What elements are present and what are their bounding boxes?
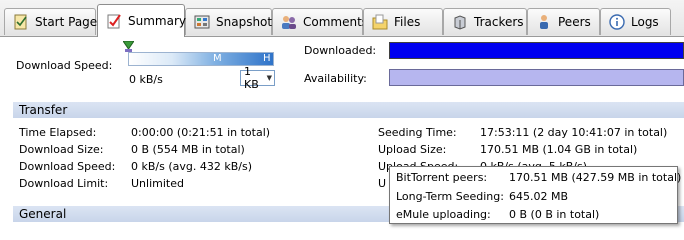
tab-trackers[interactable]: Trackers bbox=[443, 8, 527, 35]
bittorrent-peers-value: 170.51 MB (427.59 MB in total) bbox=[509, 171, 682, 184]
transfer-section-header: Transfer bbox=[13, 102, 684, 118]
peers-icon bbox=[536, 14, 552, 30]
download-size-value: 0 B (554 MB in total) bbox=[131, 143, 245, 156]
tab-start-page[interactable]: Start Page bbox=[4, 8, 98, 35]
upload-breakdown-tooltip: BitTorrent peers: 170.51 MB (427.59 MB i… bbox=[389, 166, 682, 224]
tab-label: Summary bbox=[128, 14, 186, 28]
trackers-server-icon bbox=[452, 14, 468, 30]
tab-peers[interactable]: Peers bbox=[527, 8, 600, 35]
tab-summary[interactable]: Summary bbox=[97, 4, 186, 37]
emule-uploading-label: eMule uploading: bbox=[396, 208, 491, 221]
files-folder-icon bbox=[372, 14, 388, 30]
download-speed-label: Download Speed: bbox=[16, 59, 113, 72]
tab-comments[interactable]: Comments bbox=[272, 8, 368, 35]
tab-snapshots[interactable]: Snapshots bbox=[185, 8, 278, 35]
downloaded-progress-bar bbox=[389, 42, 684, 59]
downloaded-label: Downloaded: bbox=[304, 44, 377, 57]
tab-label: Logs bbox=[631, 15, 659, 29]
speed-limit-select[interactable]: 1 KB ▼ bbox=[240, 65, 275, 91]
download-size-label: Download Size: bbox=[19, 143, 104, 156]
download-limit-value: Unlimited bbox=[131, 177, 184, 190]
tab-label: Start Page bbox=[35, 15, 98, 29]
tab-label: Files bbox=[394, 15, 421, 29]
tab-files[interactable]: Files bbox=[363, 8, 443, 35]
tab-label: Snapshots bbox=[216, 15, 279, 29]
logs-info-icon bbox=[609, 14, 625, 30]
long-term-seeding-label: Long-Term Seeding: bbox=[396, 190, 504, 203]
upload-limit-label: U bbox=[378, 177, 387, 190]
time-elapsed-label: Time Elapsed: bbox=[19, 126, 97, 139]
transfer-header-label: Transfer bbox=[19, 103, 68, 117]
download-limit-label: Download Limit: bbox=[19, 177, 109, 190]
download-speed-stat-label: Download Speed: bbox=[19, 160, 116, 173]
general-header-label: General bbox=[19, 207, 67, 221]
tab-bar: Start Page Summary Snapshots Comments Fi… bbox=[0, 0, 684, 37]
comments-people-icon bbox=[281, 14, 297, 30]
time-elapsed-value: 0:00:00 (0:21:51 in total) bbox=[131, 126, 271, 139]
download-speed-stat-value: 0 kB/s (avg. 432 kB/s) bbox=[131, 160, 252, 173]
upload-size-value: 170.51 MB (1.04 GB in total) bbox=[480, 143, 638, 156]
seeding-time-label: Seeding Time: bbox=[378, 126, 457, 139]
upload-size-label: Upload Size: bbox=[378, 143, 447, 156]
download-speed-value: 0 kB/s bbox=[129, 73, 163, 86]
snapshots-grid-icon bbox=[194, 14, 210, 30]
availability-label: Availability: bbox=[304, 72, 367, 85]
speed-limit-slider[interactable]: M H bbox=[128, 52, 274, 66]
bittorrent-peers-label: BitTorrent peers: bbox=[396, 171, 488, 184]
speed-marker-medium: M bbox=[213, 53, 222, 64]
seeding-time-value: 17:53:11 (2 day 10:41:07 in total) bbox=[480, 126, 668, 139]
long-term-seeding-value: 645.02 MB bbox=[509, 190, 569, 203]
tab-label: Trackers bbox=[474, 15, 524, 29]
tab-logs[interactable]: Logs bbox=[600, 8, 671, 35]
speed-marker-high: H bbox=[263, 53, 271, 64]
tab-label: Peers bbox=[558, 15, 591, 29]
summary-checklist-icon bbox=[106, 13, 122, 29]
emule-uploading-value: 0 B (0 B in total) bbox=[509, 208, 600, 221]
chevron-down-icon: ▼ bbox=[266, 74, 272, 82]
tab-label: Comments bbox=[303, 15, 369, 29]
speed-limit-select-value: 1 KB bbox=[244, 65, 259, 91]
availability-bar bbox=[389, 69, 684, 86]
start-page-icon bbox=[13, 14, 29, 30]
